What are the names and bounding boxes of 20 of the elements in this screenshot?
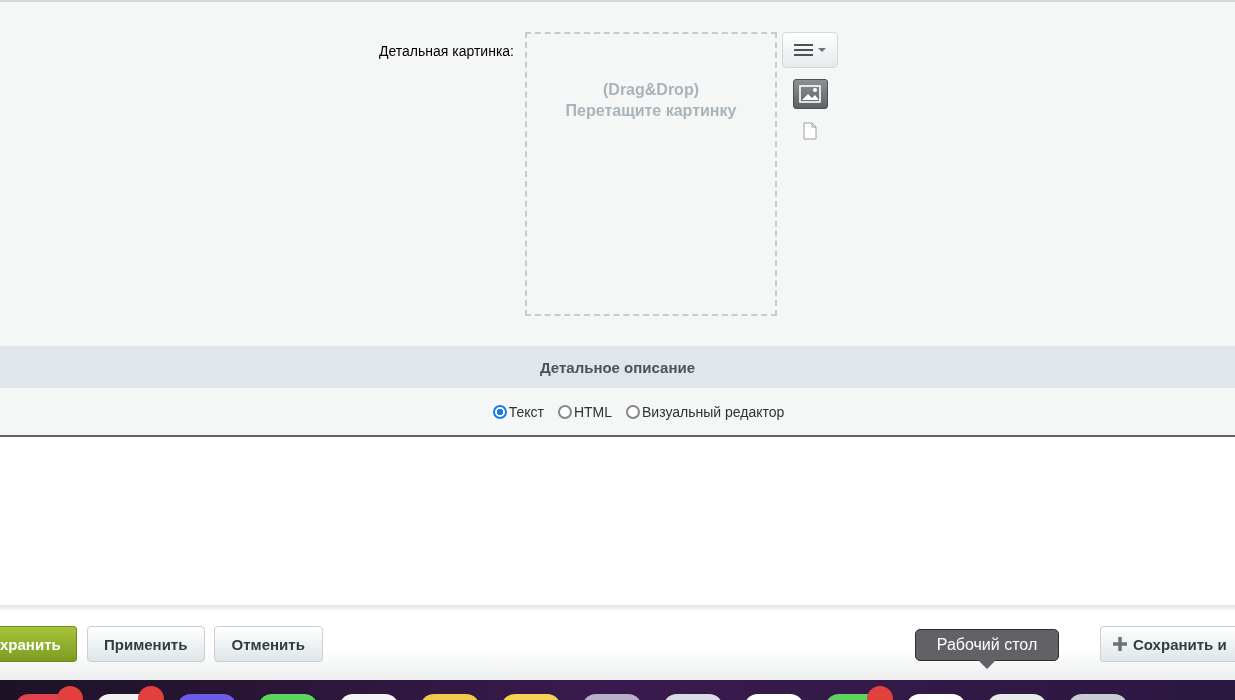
dropzone-hint: Перетащите картинку: [565, 101, 737, 121]
radio-icon[interactable]: [492, 404, 507, 419]
tooltip-arrow: [978, 660, 996, 670]
section-title: Детальное описание: [539, 358, 696, 376]
radio-icon[interactable]: [557, 404, 572, 419]
save-add-button[interactable]: Сохранить и: [1100, 626, 1235, 662]
plus-icon: [1113, 637, 1127, 651]
file-icon: [803, 122, 817, 140]
image-icon: [799, 85, 821, 103]
menu-icon: [794, 43, 826, 57]
action-button[interactable]: Отменить: [213, 626, 323, 662]
radio-option[interactable]: Визуальный редактор: [626, 403, 785, 420]
field-label: Детальная картинка:: [378, 42, 514, 61]
dropzone-hint: (Drag&Drop): [603, 80, 699, 100]
image-source-button[interactable]: [792, 79, 828, 109]
radio-option[interactable]: HTML: [557, 403, 612, 420]
action-button[interactable]: Применить: [86, 626, 205, 662]
menu-button[interactable]: [782, 32, 838, 68]
radio-icon[interactable]: [626, 404, 640, 419]
radio-option[interactable]: Текст: [492, 403, 544, 420]
